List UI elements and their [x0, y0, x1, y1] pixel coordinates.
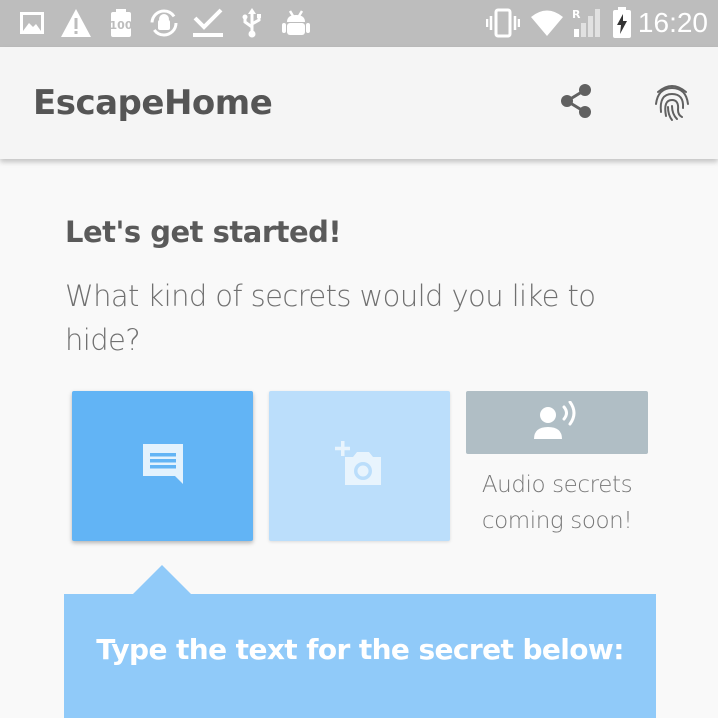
share-icon: [556, 81, 596, 125]
message-icon: [141, 442, 185, 490]
android-sync-icon: [148, 8, 180, 38]
share-button[interactable]: [552, 79, 600, 127]
app-bar: EscapeHome: [0, 47, 718, 159]
text-secret-button[interactable]: [72, 391, 253, 541]
instruction-text: Type the text for the secret below:: [96, 633, 624, 666]
warning-icon: [60, 8, 92, 38]
image-icon: [18, 8, 46, 38]
audio-coming-soon-label: Audio secrets coming soon!: [481, 472, 633, 534]
battery-charging-icon: [612, 7, 632, 38]
main-content: Let's get started! What kind of secrets …: [0, 159, 718, 718]
signal-roaming-icon: R: [570, 8, 604, 38]
app-title: EscapeHome: [33, 83, 273, 123]
download-done-icon: [191, 8, 225, 38]
selection-pointer: [132, 565, 192, 595]
battery-100-icon: 100: [108, 8, 134, 38]
add-photo-icon: [334, 441, 385, 491]
usb-icon: [240, 8, 264, 38]
instruction-panel: Type the text for the secret below:: [64, 594, 656, 718]
wifi-icon: [530, 8, 564, 38]
question-text: What kind of secrets would you like to h…: [65, 279, 596, 357]
vibrate-icon: [486, 8, 520, 38]
record-voice-icon: [534, 400, 580, 445]
svg-text:100: 100: [110, 19, 133, 32]
android-debug-icon: [282, 8, 310, 38]
status-bar: 100 R 16:20: [0, 0, 718, 47]
page-heading: Let's get started!: [65, 215, 342, 249]
status-time: 16:20: [637, 7, 708, 38]
fingerprint-icon: [652, 80, 692, 126]
audio-secret-button: [466, 391, 648, 454]
image-secret-button[interactable]: [269, 391, 450, 541]
roaming-label: R: [572, 8, 581, 21]
fingerprint-button[interactable]: [648, 79, 696, 127]
